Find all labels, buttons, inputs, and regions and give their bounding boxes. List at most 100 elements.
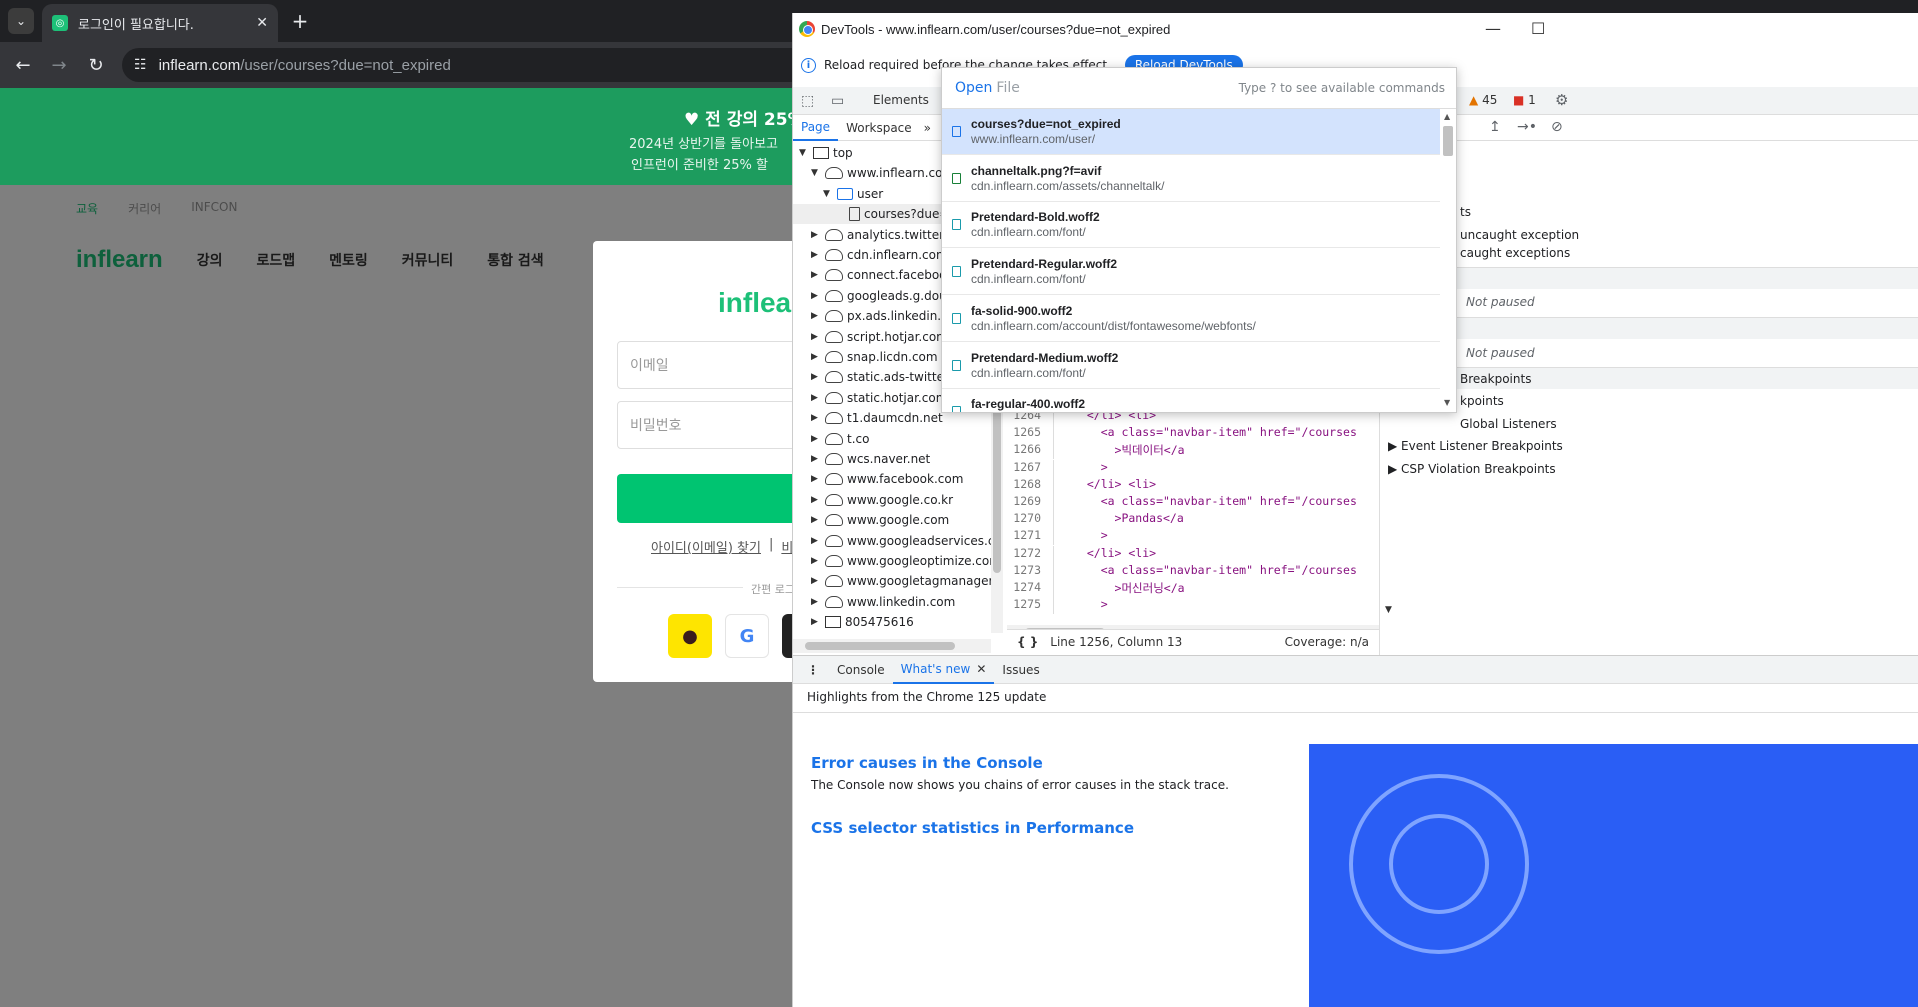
tree-item[interactable]: ▶ www.googleadservices.cor bbox=[793, 531, 991, 551]
open-file-result[interactable]: Pretendard-Medium.woff2 cdn.inflearn.com/… bbox=[942, 343, 1440, 389]
close-icon[interactable]: ✕ bbox=[256, 15, 268, 31]
line-number[interactable]: 1271 bbox=[1007, 528, 1047, 545]
line-number[interactable]: 1270 bbox=[1007, 511, 1047, 528]
collapse-arrow-icon[interactable]: ▶ bbox=[811, 413, 821, 423]
collapse-arrow-icon[interactable]: ▶ bbox=[811, 270, 821, 280]
tree-item[interactable]: ▶ script.hotjar.com bbox=[793, 327, 948, 347]
code-editor[interactable]: 1264 </li> <li> 1265 <a class="navbar-ite… bbox=[1007, 408, 1379, 638]
debugger-section[interactable] bbox=[1380, 317, 1918, 339]
line-number[interactable]: 1268 bbox=[1007, 477, 1047, 494]
tree-item[interactable]: ▶ static.hotjar.com bbox=[793, 388, 947, 408]
debugger-section[interactable]: Breakpoints bbox=[1380, 367, 1918, 389]
scroll-down-arrow-icon[interactable]: ▼ bbox=[1444, 398, 1450, 407]
code-line[interactable]: 1268 </li> <li> bbox=[1007, 476, 1379, 494]
code-line[interactable]: 1267 > bbox=[1007, 459, 1379, 477]
code-line[interactable]: 1275 > bbox=[1007, 597, 1379, 615]
line-number[interactable]: 1267 bbox=[1007, 460, 1047, 477]
step-icon[interactable]: →• bbox=[1517, 119, 1537, 135]
line-number[interactable]: 1275 bbox=[1007, 597, 1047, 614]
code-line[interactable]: 1271 > bbox=[1007, 528, 1379, 546]
code-line[interactable]: 1266 >빅데이터</a bbox=[1007, 442, 1379, 460]
collapse-arrow-icon[interactable]: ▶ bbox=[811, 393, 821, 403]
code-line[interactable]: 1274 >머신러닝</a bbox=[1007, 580, 1379, 597]
collapse-arrow-icon[interactable]: ▶ bbox=[811, 454, 821, 464]
debugger-section[interactable]: Global Listeners bbox=[1380, 413, 1918, 435]
collapse-arrow-icon[interactable]: ▶ bbox=[811, 515, 821, 525]
collapse-arrow-icon[interactable]: ▶ bbox=[811, 474, 821, 484]
tree-item[interactable]: ▶ t1.daumcdn.net bbox=[793, 408, 943, 428]
debugger-section[interactable] bbox=[1380, 267, 1918, 289]
kakao-login-button[interactable]: ● bbox=[668, 614, 712, 658]
code-line[interactable]: 1265 <a class="navbar-item" href="/cours… bbox=[1007, 425, 1379, 443]
tab-page[interactable]: Page bbox=[793, 115, 839, 141]
open-file-header[interactable]: Open File Type ? to see available comman… bbox=[942, 68, 1456, 109]
debugger-section[interactable]: ▶ Event Listener Breakpoints bbox=[1380, 435, 1918, 457]
results-scrollbar-thumb[interactable] bbox=[1443, 126, 1453, 156]
expand-arrow-icon[interactable]: ▼ bbox=[823, 189, 833, 199]
collapse-arrow-icon[interactable]: ▶ bbox=[811, 434, 821, 444]
open-file-result[interactable]: Pretendard-Regular.woff2 cdn.inflearn.com… bbox=[942, 249, 1440, 296]
back-arrow-icon[interactable]: ← bbox=[10, 52, 36, 78]
new-tab-button[interactable]: + bbox=[287, 8, 313, 34]
active-tab[interactable]: ◎ 로그인이 필요합니다. ✕ bbox=[42, 4, 278, 42]
collapse-arrow-icon[interactable]: ▶ bbox=[811, 352, 821, 362]
code-line[interactable]: 1270 >Pandas</a bbox=[1007, 511, 1379, 529]
step-into-icon[interactable]: ↥ bbox=[1489, 119, 1501, 135]
tree-item[interactable]: ▶ www.linkedin.com bbox=[793, 592, 955, 612]
collapse-arrow-icon[interactable]: ▶ bbox=[811, 372, 821, 382]
tree-item[interactable]: ▶ px.ads.linkedin.co bbox=[793, 306, 955, 326]
tree-item[interactable]: ▶ www.facebook.com bbox=[793, 469, 963, 489]
code-line[interactable]: 1273 <a class="navbar-item" href="/cours… bbox=[1007, 562, 1379, 580]
tree-item[interactable]: ▶ snap.licdn.com bbox=[793, 347, 938, 367]
collapse-arrow-icon[interactable]: ▶ bbox=[811, 250, 821, 260]
open-file-input[interactable]: File bbox=[996, 80, 1019, 96]
tab-issues[interactable]: Issues bbox=[994, 656, 1047, 684]
open-file-result[interactable]: Pretendard-Bold.woff2 cdn.inflearn.com/fo… bbox=[942, 202, 1440, 249]
line-number[interactable]: 1274 bbox=[1007, 580, 1047, 597]
errors-badge[interactable]: ■ 1 bbox=[1513, 93, 1536, 107]
open-file-result[interactable]: courses?due=not_expired www.inflearn.com/… bbox=[942, 109, 1440, 155]
debugger-section[interactable]: ts bbox=[1380, 201, 1918, 223]
expand-arrow-icon[interactable]: ▼ bbox=[799, 148, 809, 158]
collapse-arrow-icon[interactable]: ▶ bbox=[811, 332, 821, 342]
tree-item[interactable]: ▶ 805475616 bbox=[793, 612, 914, 632]
close-icon[interactable]: ✕ bbox=[976, 662, 986, 676]
debugger-section[interactable]: ▶ CSP Violation Breakpoints bbox=[1380, 458, 1918, 480]
drawer-menu-icon[interactable]: ⋮ bbox=[793, 663, 829, 677]
tree-item[interactable]: ▶ www.google.co.kr bbox=[793, 490, 953, 510]
open-file-result[interactable]: fa-regular-400.woff2 bbox=[942, 389, 1440, 412]
tab-workspace[interactable]: Workspace bbox=[838, 121, 920, 135]
collapse-arrow-icon[interactable]: ▶ bbox=[811, 536, 821, 546]
tree-item[interactable]: ▶ wcs.naver.net bbox=[793, 449, 930, 469]
inspect-element-icon[interactable]: ⬚ bbox=[801, 93, 814, 109]
tab-whats-new[interactable]: What's new ✕ bbox=[892, 656, 995, 684]
expand-arrow-icon[interactable]: ▼ bbox=[811, 168, 821, 178]
tree-item[interactable]: ▶ cdn.inflearn.com bbox=[793, 245, 948, 265]
line-number[interactable]: 1266 bbox=[1007, 442, 1047, 459]
open-file-result[interactable]: channeltalk.png?f=avif cdn.inflearn.com/a… bbox=[942, 156, 1440, 202]
tree-item[interactable]: ▶ connect.facebook bbox=[793, 265, 953, 285]
line-number[interactable]: 1265 bbox=[1007, 425, 1047, 442]
collapse-arrow-icon[interactable]: ▶ bbox=[811, 597, 821, 607]
deactivate-breakpoints-icon[interactable]: ⊘ bbox=[1551, 119, 1563, 135]
tree-item[interactable]: ▶ googleads.g.doub bbox=[793, 286, 954, 306]
collapse-arrow-icon[interactable]: ▶ bbox=[811, 230, 821, 240]
tree-item[interactable]: ▶ www.googletagmanager.c bbox=[793, 571, 991, 591]
tab-console[interactable]: Console bbox=[829, 656, 893, 684]
whats-new-heading[interactable]: CSS selector statistics in Performance bbox=[811, 819, 1134, 837]
collapse-arrow-icon[interactable]: ▶ bbox=[811, 576, 821, 586]
device-toolbar-icon[interactable]: ▭ bbox=[831, 93, 844, 109]
pretty-print-icon[interactable]: { } bbox=[1017, 635, 1038, 649]
line-number[interactable]: 1273 bbox=[1007, 563, 1047, 580]
tree-item[interactable]: ▶ t.co bbox=[793, 429, 869, 449]
collapse-arrow-icon[interactable]: ▶ bbox=[811, 495, 821, 505]
tab-search-button[interactable]: ⌄ bbox=[8, 8, 34, 34]
open-file-result[interactable]: fa-solid-900.woff2 cdn.inflearn.com/accou… bbox=[942, 296, 1440, 342]
warnings-badge[interactable]: ▲ 45 bbox=[1469, 93, 1497, 107]
whats-new-heading[interactable]: Error causes in the Console bbox=[811, 754, 1043, 772]
tree-item[interactable]: ▶ www.googleoptimize.com bbox=[793, 551, 991, 571]
tree-item[interactable]: ▼ www.inflearn.com bbox=[793, 163, 954, 183]
google-login-button[interactable]: G bbox=[725, 614, 769, 658]
tree-item[interactable]: ▶ static.ads-twitter.c bbox=[793, 367, 958, 387]
tree-item[interactable]: ▶ analytics.twitter.co bbox=[793, 225, 961, 245]
